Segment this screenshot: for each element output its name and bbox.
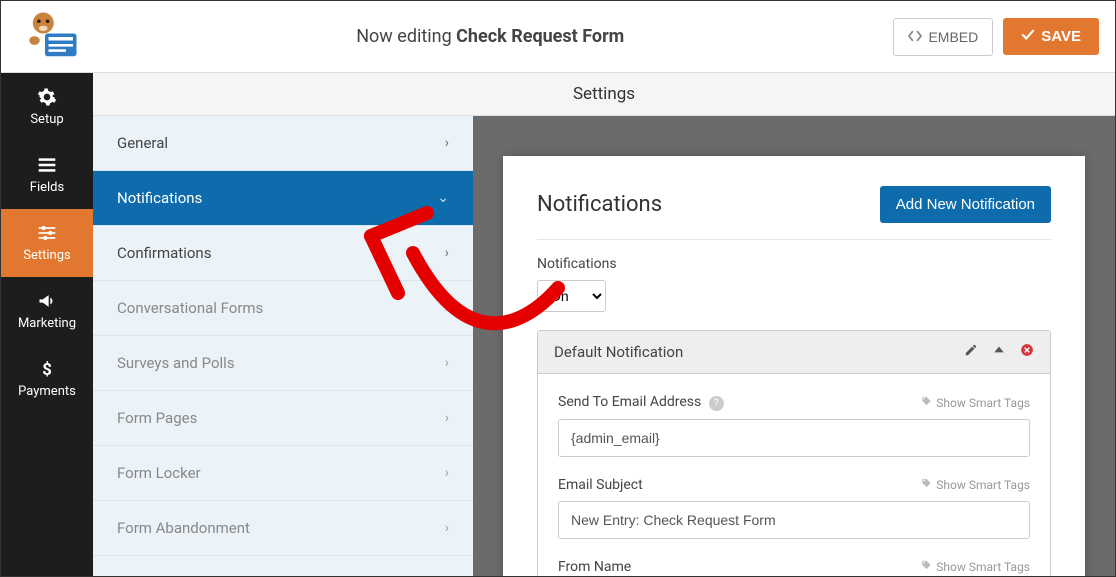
settings-item-label: Confirmations (117, 244, 211, 262)
settings-item-general[interactable]: General › (93, 116, 473, 171)
nav-label: Payments (18, 384, 76, 399)
smart-tags-link[interactable]: Show Smart Tags (921, 396, 1030, 410)
from-name-label: From Name (558, 559, 631, 575)
chevron-right-icon: › (445, 355, 449, 371)
settings-item-confirmations[interactable]: Confirmations › (93, 226, 473, 281)
smart-tags-link[interactable]: Show Smart Tags (921, 560, 1030, 574)
settings-item-label: Form Abandonment (117, 519, 250, 537)
embed-button[interactable]: EMBED (893, 18, 993, 56)
nav-payments[interactable]: $ Payments (1, 345, 93, 413)
settings-item-surveys-polls[interactable]: Surveys and Polls › (93, 336, 473, 391)
notification-card: Default Notification (537, 330, 1051, 576)
code-icon (908, 29, 922, 45)
smart-tags-text: Show Smart Tags (936, 478, 1030, 492)
embed-label: EMBED (928, 29, 978, 45)
notifications-toggle-group: Notifications On (537, 256, 1051, 312)
settings-item-label: Form Pages (117, 409, 197, 427)
nav-label: Fields (30, 180, 64, 195)
nav-fields[interactable]: Fields (1, 141, 93, 209)
nav-label: Setup (30, 112, 63, 127)
settings-item-label: Form Locker (117, 464, 201, 482)
settings-item-label: Surveys and Polls (117, 354, 235, 372)
nav-setup[interactable]: Setup (1, 73, 93, 141)
preview-header: Notifications Add New Notification (537, 186, 1051, 240)
collapse-icon[interactable] (992, 343, 1006, 361)
list-icon (37, 155, 57, 175)
save-button[interactable]: SAVE (1003, 18, 1099, 55)
settings-item-form-locker[interactable]: Form Locker › (93, 446, 473, 501)
smart-tags-text: Show Smart Tags (936, 560, 1030, 574)
content-header: Settings (93, 73, 1115, 116)
edit-icon[interactable] (964, 343, 978, 361)
app-logo (17, 7, 87, 67)
settings-sidebar[interactable]: General › Notifications ⌄ Confirmations … (93, 116, 473, 576)
settings-item-notifications[interactable]: Notifications ⌄ (93, 171, 473, 226)
notifications-toggle-select[interactable]: On (537, 280, 606, 312)
help-icon[interactable]: ? (709, 396, 724, 411)
chevron-right-icon: › (445, 410, 449, 426)
add-notification-button[interactable]: Add New Notification (880, 186, 1051, 223)
nav-marketing[interactable]: Marketing (1, 277, 93, 345)
smart-tags-link[interactable]: Show Smart Tags (921, 478, 1030, 492)
settings-item-label: Notifications (117, 189, 202, 207)
gear-icon (37, 87, 57, 107)
send-to-input[interactable] (558, 419, 1030, 457)
editing-prefix: Now editing (356, 26, 456, 47)
send-to-label: Send To Email Address (558, 394, 701, 410)
save-label: SAVE (1041, 28, 1081, 45)
delete-icon[interactable] (1020, 343, 1034, 361)
notification-card-body: Send To Email Address ? Show Smart Tags (538, 374, 1050, 576)
nav-settings[interactable]: Settings (1, 209, 93, 277)
bullhorn-icon (37, 291, 57, 311)
form-name: Check Request Form (456, 26, 624, 47)
left-nav: Setup Fields Settings Marketing $ Paymen… (1, 73, 93, 576)
notification-card-header: Default Notification (538, 331, 1050, 374)
toggle-label: Notifications (537, 256, 617, 272)
main-area: Setup Fields Settings Marketing $ Paymen… (1, 73, 1115, 576)
notification-card-title: Default Notification (554, 343, 683, 361)
tag-icon (921, 396, 932, 410)
preview-area: Notifications Add New Notification Notif… (473, 116, 1115, 576)
settings-item-form-pages[interactable]: Form Pages › (93, 391, 473, 446)
content-area: Settings General › Notifications ⌄ Confi… (93, 73, 1115, 576)
dollar-icon: $ (37, 359, 57, 379)
tag-icon (921, 560, 932, 574)
subject-label: Email Subject (558, 477, 643, 493)
settings-item-form-abandonment[interactable]: Form Abandonment › (93, 501, 473, 556)
chevron-right-icon: › (445, 465, 449, 481)
top-bar: Now editing Check Request Form EMBED SAV… (1, 1, 1115, 73)
smart-tags-text: Show Smart Tags (936, 396, 1030, 410)
chevron-down-icon: ⌄ (437, 190, 449, 206)
sliders-icon (37, 223, 57, 243)
preview-heading: Notifications (537, 192, 662, 217)
settings-item-label: General (117, 134, 168, 152)
settings-item-label: Conversational Forms (117, 299, 263, 317)
subject-input[interactable] (558, 501, 1030, 539)
chevron-right-icon: › (445, 520, 449, 536)
preview-panel: Notifications Add New Notification Notif… (503, 156, 1085, 576)
content-body: General › Notifications ⌄ Confirmations … (93, 116, 1115, 576)
chevron-right-icon: › (445, 300, 449, 316)
chevron-right-icon: › (445, 245, 449, 261)
chevron-right-icon: › (445, 135, 449, 151)
notification-card-actions (964, 343, 1034, 361)
editing-title: Now editing Check Request Form (87, 26, 893, 47)
tag-icon (921, 478, 932, 492)
check-icon (1021, 28, 1035, 45)
nav-label: Marketing (18, 316, 76, 331)
settings-item-conversational-forms[interactable]: Conversational Forms › (93, 281, 473, 336)
nav-label: Settings (23, 248, 70, 263)
svg-text:$: $ (42, 361, 52, 379)
